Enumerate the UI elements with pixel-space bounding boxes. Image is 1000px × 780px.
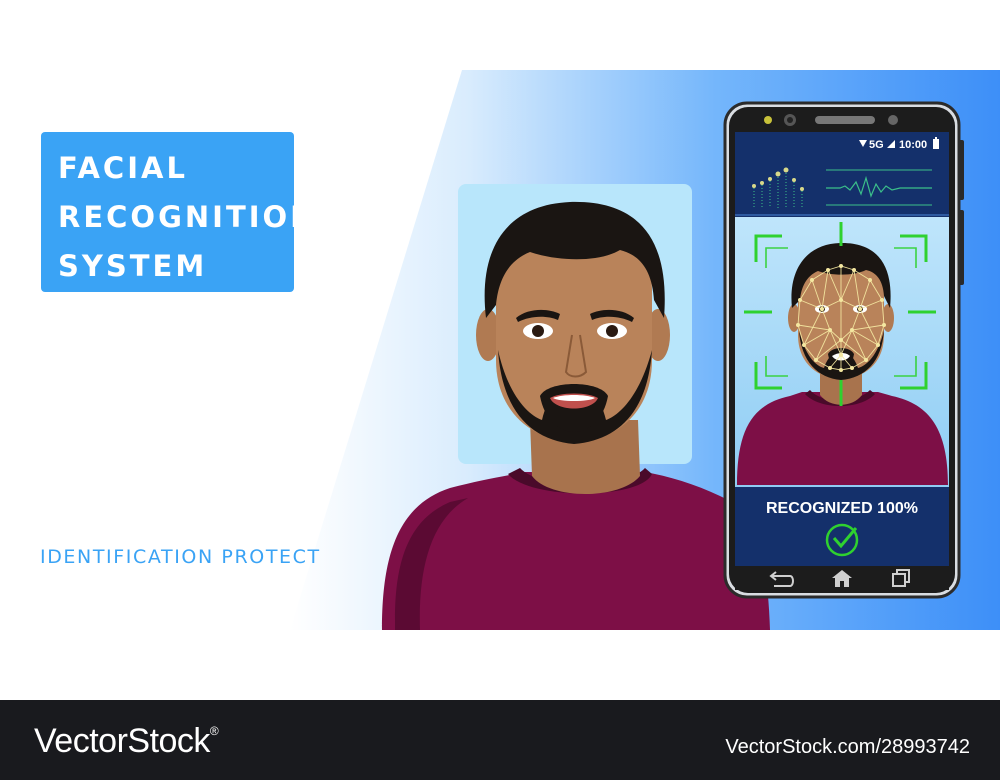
illustration: 5G 10:00 RECOGNIZED 100% FACIAL RECOGNIT… — [0, 0, 1000, 700]
subtitle: IDENTIFICATION PROTECT — [40, 546, 321, 568]
scene-artwork: 5G 10:00 RECOGNIZED 100% — [290, 70, 1000, 630]
registered-mark: ® — [209, 724, 219, 738]
clock: 10:00 — [899, 139, 927, 151]
brand-logo: VectorStock® — [34, 722, 219, 761]
title-box: FACIAL RECOGNITION SYSTEM — [41, 132, 318, 292]
watermark-bar: VectorStock® VectorStock.com/28993742 — [0, 700, 1000, 780]
smartphone: 5G 10:00 RECOGNIZED 100% — [723, 101, 964, 599]
image-id: VectorStock.com/28993742 — [725, 736, 970, 758]
network-label: 5G — [869, 139, 884, 151]
recognition-result: RECOGNIZED 100% — [766, 500, 918, 517]
title-line-2: RECOGNITION — [58, 200, 318, 234]
title-line-1: FACIAL — [58, 151, 188, 185]
brand-name: VectorStock — [34, 722, 210, 760]
title-line-3: SYSTEM — [58, 249, 208, 283]
